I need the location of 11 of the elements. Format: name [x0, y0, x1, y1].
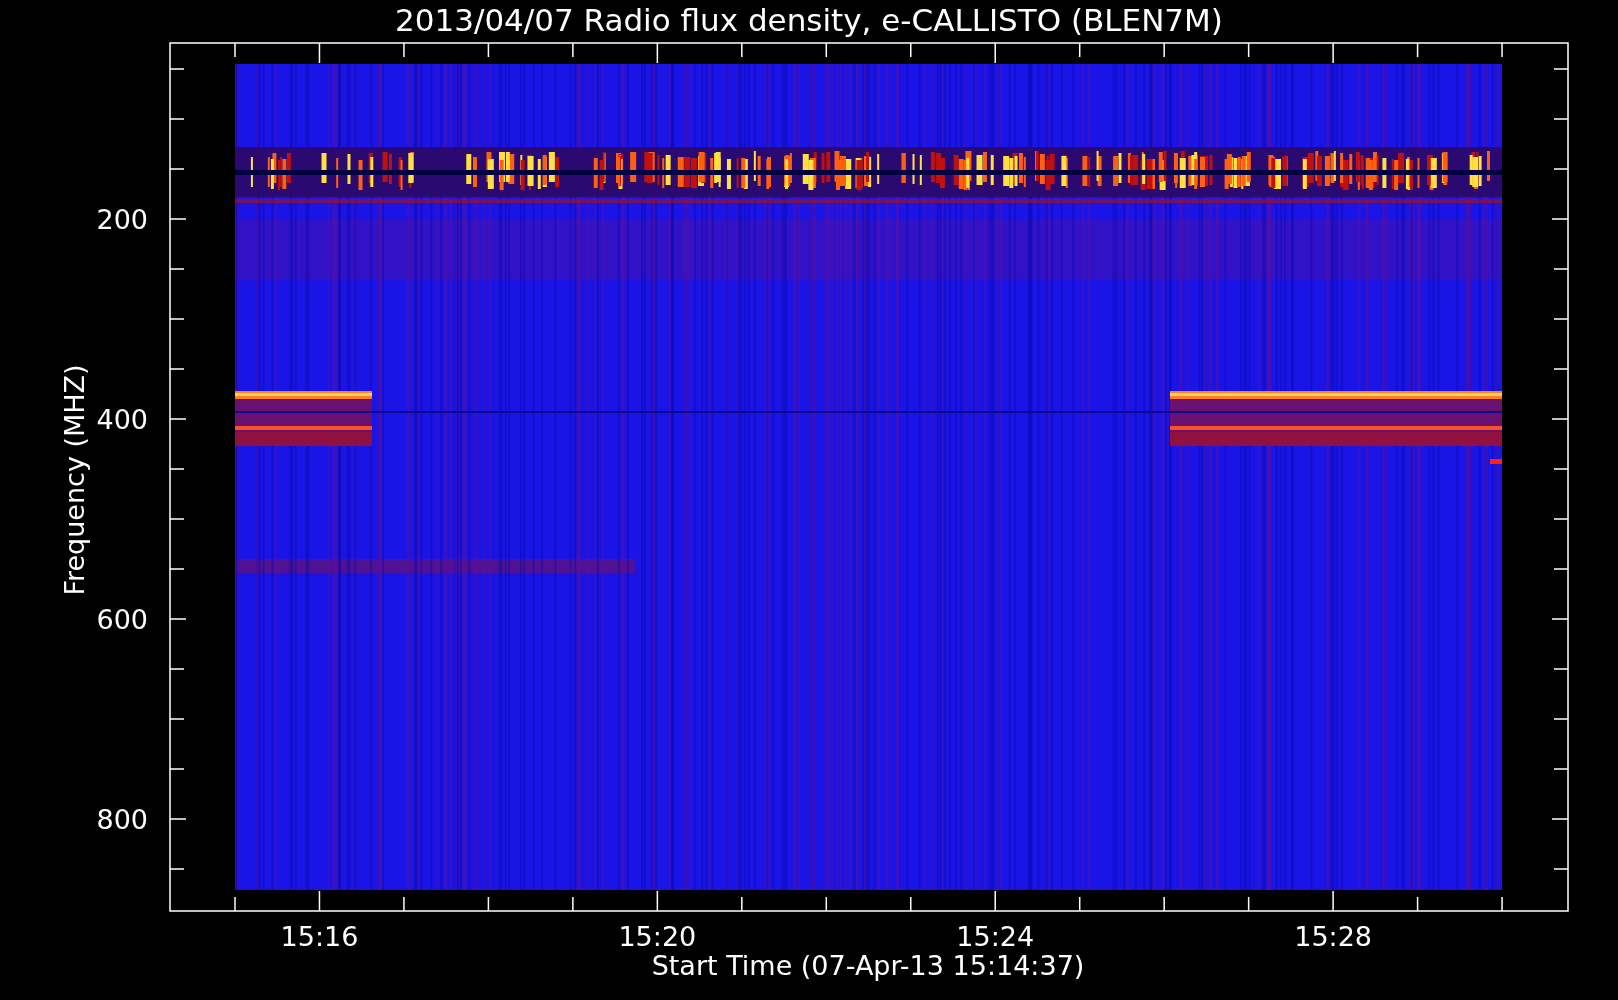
x-tick-label: 15:20 [618, 921, 697, 952]
y-tick-label: 800 [96, 804, 148, 835]
y-tick-label: 200 [96, 204, 148, 235]
x-tick-label: 15:24 [956, 921, 1035, 952]
chart-title: 2013/04/07 Radio flux density, e-CALLISTO (BLEN7M) [395, 2, 1223, 38]
y-tick-label: 600 [96, 604, 148, 635]
y-tick-label: 400 [96, 404, 148, 435]
x-axis-label: Start Time (07-Apr-13 15:14:37) [651, 950, 1085, 981]
y-axis-label: Frequency (MHZ) [59, 364, 90, 596]
x-tick-label: 15:28 [1294, 921, 1372, 952]
x-tick-label: 15:16 [280, 921, 359, 952]
